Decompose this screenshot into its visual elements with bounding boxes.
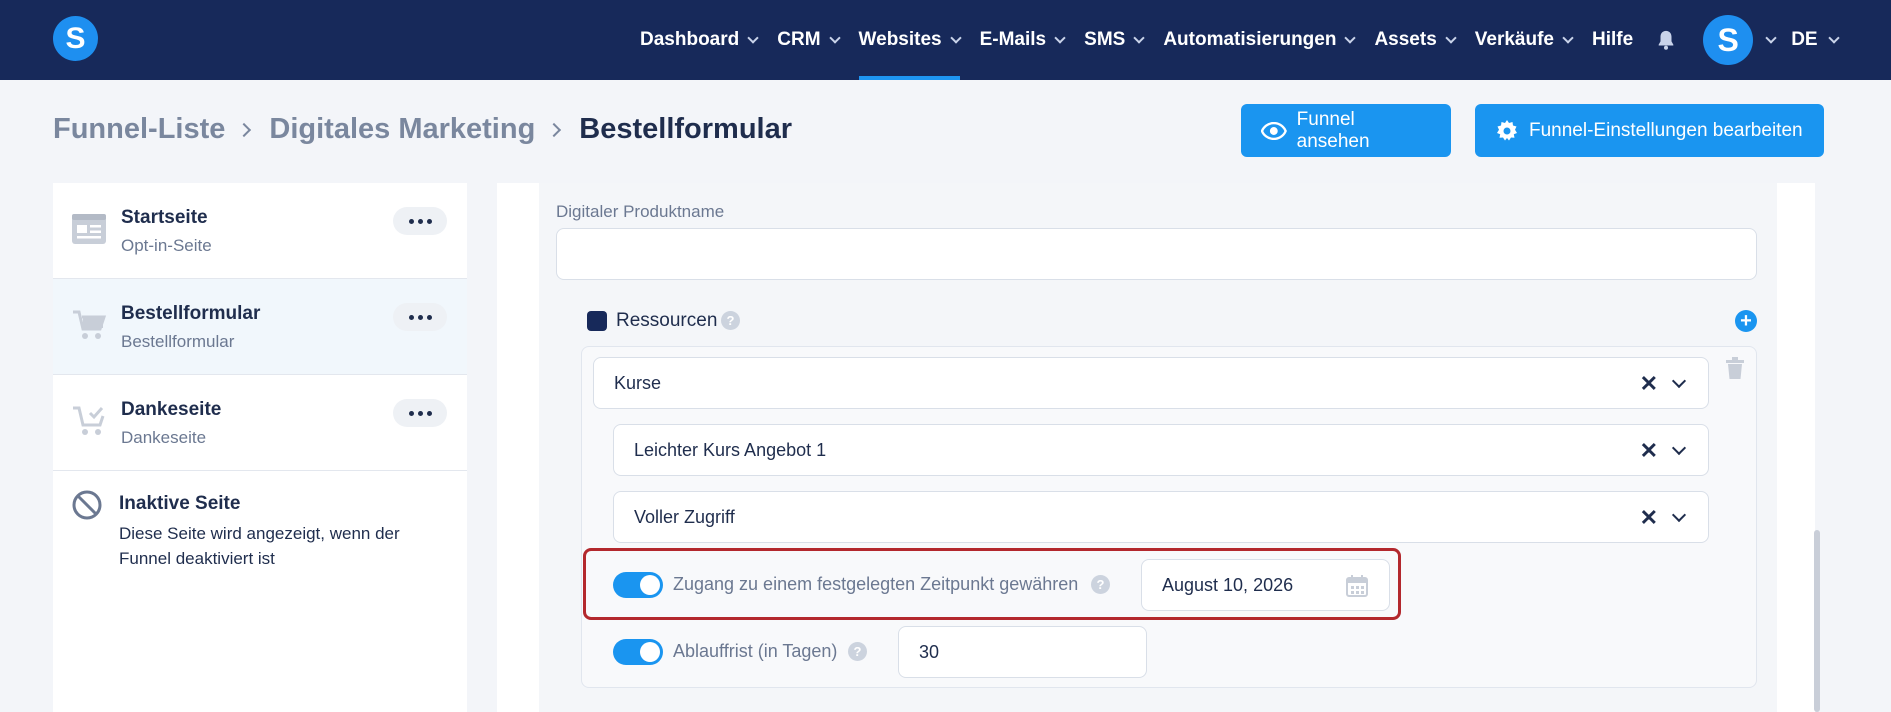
- step-subtitle: Dankeseite: [121, 428, 207, 447]
- funnel-settings-label: Funnel-Einstellungen bearbeiten: [1529, 119, 1803, 141]
- breadcrumb: Funnel-Liste Digitales Marketing Bestell…: [53, 113, 792, 146]
- checklist-icon: [587, 311, 607, 331]
- nav-item-automations[interactable]: Automatisierungen: [1153, 0, 1364, 80]
- clear-icon[interactable]: ✕: [1640, 505, 1658, 531]
- step-bestellformular[interactable]: Bestellformular Bestellformular: [53, 279, 467, 375]
- breadcrumb-funnel[interactable]: Digitales Marketing: [269, 113, 535, 146]
- chevron-down-icon: [1827, 31, 1840, 44]
- eye-icon: [1261, 121, 1287, 140]
- nav-item-crm[interactable]: CRM: [767, 0, 848, 80]
- resource-type-value: Kurse: [614, 372, 662, 393]
- nav-item-label: Websites: [858, 29, 942, 50]
- breadcrumb-funnel-list[interactable]: Funnel-Liste: [53, 113, 225, 146]
- clear-icon[interactable]: ✕: [1640, 438, 1658, 464]
- funnel-settings-button[interactable]: Funnel-Einstellungen bearbeiten: [1475, 104, 1824, 157]
- course-value: Leichter Kurs Angebot 1: [634, 439, 827, 460]
- more-options-button[interactable]: [393, 303, 447, 331]
- step-title: Startseite: [121, 207, 208, 228]
- nav-item-assets[interactable]: Assets: [1364, 0, 1464, 80]
- nav-item-sales[interactable]: Verkäufe: [1465, 0, 1582, 80]
- chevron-down-icon: [828, 31, 841, 44]
- cart-icon: [73, 310, 107, 339]
- chevron-down-icon: [1133, 31, 1145, 44]
- more-options-button[interactable]: [393, 399, 447, 427]
- add-resource-button[interactable]: +: [1735, 310, 1757, 332]
- chevron-right-icon: [237, 122, 252, 137]
- funnel-steps-sidebar: Startseite Opt-in-Seite Bestellformular …: [53, 183, 467, 712]
- course-select[interactable]: Leichter Kurs Angebot 1 ✕: [613, 424, 1709, 476]
- ban-icon: [72, 490, 102, 520]
- breadcrumb-current: Bestellformular: [579, 113, 793, 145]
- nav-item-label: Hilfe: [1592, 29, 1634, 50]
- chevron-down-icon: [1562, 31, 1574, 44]
- nav-item-label: Assets: [1374, 29, 1437, 50]
- step-title: Bestellformular: [121, 303, 261, 324]
- gear-icon: [1497, 119, 1517, 140]
- language-selector[interactable]: DE: [1791, 29, 1840, 51]
- nav-item-label: Verkäufe: [1474, 29, 1555, 50]
- expiry-toggle[interactable]: [613, 639, 663, 665]
- trash-icon[interactable]: [1725, 357, 1745, 379]
- expiry-days-value: 30: [919, 641, 940, 662]
- chevron-right-icon: [547, 122, 562, 137]
- resource-type-select[interactable]: Kurse ✕: [593, 357, 1709, 409]
- nav-item-sms[interactable]: SMS: [1074, 0, 1153, 80]
- chevron-down-icon[interactable]: [1671, 373, 1687, 389]
- inactive-page-item[interactable]: Inaktive Seite Diese Seite wird angezeig…: [53, 471, 467, 591]
- step-dankeseite[interactable]: Dankeseite Dankeseite: [53, 375, 467, 471]
- bell-icon[interactable]: [1655, 29, 1677, 51]
- inactive-page-description: Diese Seite wird angezeigt, wenn der Fun…: [119, 524, 400, 568]
- access-level-select[interactable]: Voller Zugriff ✕: [613, 491, 1709, 543]
- app-logo[interactable]: S: [53, 16, 98, 61]
- step-subtitle: Bestellformular: [121, 332, 235, 351]
- chevron-down-icon: [1445, 31, 1457, 44]
- view-funnel-label: Funnel ansehen: [1296, 108, 1370, 152]
- more-options-button[interactable]: [393, 207, 447, 235]
- chevron-down-icon: [1344, 31, 1357, 44]
- landing-page-icon: [72, 214, 106, 244]
- nav-item-label: SMS: [1084, 29, 1126, 50]
- chevron-down-icon[interactable]: [1671, 440, 1687, 456]
- chevron-down-icon[interactable]: [1765, 31, 1777, 44]
- help-icon[interactable]: ?: [848, 642, 867, 661]
- nav-item-dashboard[interactable]: Dashboard: [630, 0, 767, 80]
- product-name-label: Digitaler Produktname: [556, 202, 725, 221]
- language-label: DE: [1791, 29, 1818, 50]
- highlight-frame: [583, 548, 1401, 620]
- help-icon[interactable]: ?: [721, 311, 740, 330]
- resources-label: Ressourcen: [616, 310, 718, 331]
- scrollbar[interactable]: [1814, 530, 1820, 712]
- step-title: Dankeseite: [121, 399, 222, 420]
- nav-menu: Dashboard CRM Websites E-Mails SMS Autom…: [630, 0, 1840, 80]
- step-subtitle: Opt-in-Seite: [121, 236, 212, 255]
- avatar[interactable]: S: [1703, 15, 1754, 65]
- access-level-value: Voller Zugriff: [634, 506, 735, 527]
- expiry-label: Ablauffrist (in Tagen): [673, 641, 838, 661]
- inactive-page-title: Inaktive Seite: [119, 493, 241, 514]
- clear-icon[interactable]: ✕: [1640, 371, 1658, 397]
- nav-item-label: Dashboard: [640, 29, 740, 50]
- chevron-down-icon: [949, 31, 962, 44]
- nav-item-label: E-Mails: [979, 29, 1047, 50]
- nav-item-label: Automatisierungen: [1163, 29, 1337, 50]
- expiry-days-input[interactable]: 30: [898, 626, 1147, 678]
- top-nav: S Dashboard CRM Websites E-Mails SMS Aut…: [0, 0, 1891, 80]
- nav-item-label: CRM: [777, 29, 821, 50]
- nav-item-emails[interactable]: E-Mails: [970, 0, 1075, 80]
- chevron-down-icon: [1054, 31, 1066, 44]
- chevron-down-icon: [747, 31, 759, 44]
- product-name-input[interactable]: [556, 228, 1757, 280]
- cart-check-icon: [73, 406, 105, 435]
- chevron-down-icon[interactable]: [1671, 507, 1687, 523]
- step-startseite[interactable]: Startseite Opt-in-Seite: [53, 183, 467, 279]
- nav-item-websites[interactable]: Websites: [849, 0, 970, 80]
- nav-item-help[interactable]: Hilfe: [1582, 0, 1643, 80]
- view-funnel-button[interactable]: Funnel ansehen: [1241, 104, 1451, 157]
